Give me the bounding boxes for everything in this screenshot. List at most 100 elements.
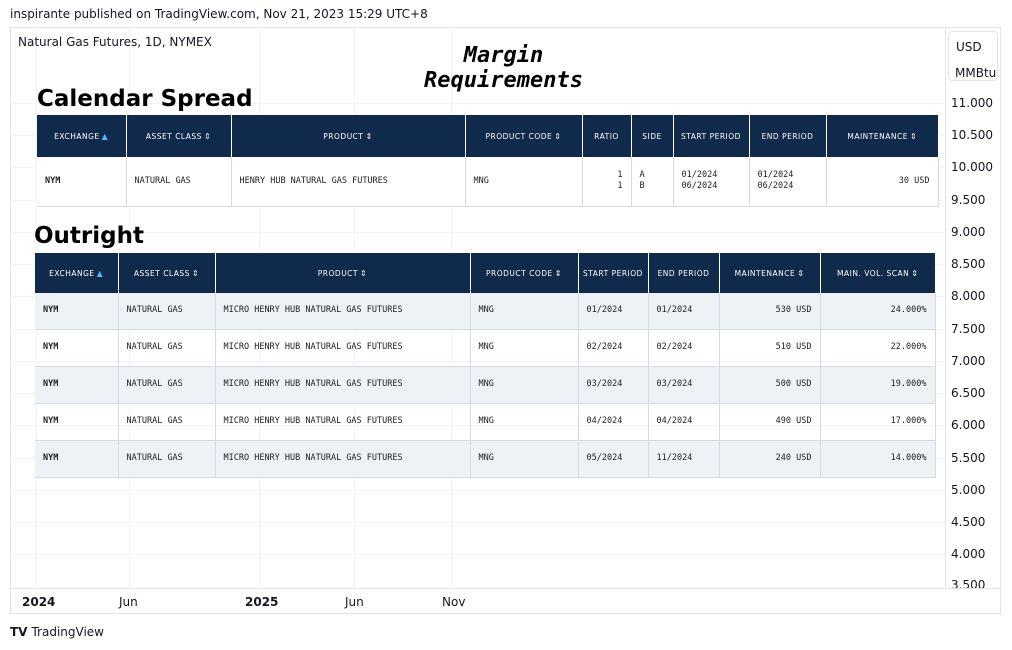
- outright-title: Outright: [34, 223, 144, 249]
- plot-area[interactable]: Natural Gas Futures, 1D, NYMEX Margin Re…: [11, 28, 946, 588]
- cell-product: MICRO HENRY HUB NATURAL GAS FUTURES: [215, 366, 471, 404]
- cell-vol-scan: 24.000%: [820, 293, 936, 330]
- tradingview-brand-text: TradingView: [31, 625, 104, 639]
- table-row: NYM NATURAL GAS HENRY HUB NATURAL GAS FU…: [37, 157, 939, 207]
- col-header-product-code[interactable]: PRODUCT CODE ⇕: [470, 253, 579, 293]
- cell-asset-class: NATURAL GAS: [118, 329, 216, 367]
- col-header-asset-class[interactable]: ASSET CLASS ⇕: [118, 253, 216, 293]
- sort-up-icon[interactable]: ▲: [97, 269, 104, 278]
- sort-icon[interactable]: ⇕: [360, 269, 367, 278]
- sort-icon[interactable]: ⇕: [555, 269, 562, 278]
- price-tick-label: 5.500: [951, 451, 986, 465]
- cell-maintenance: 500 USD: [719, 366, 821, 404]
- table-row: NYM NATURAL GAS MICRO HENRY HUB NATURAL …: [35, 329, 936, 367]
- sort-icon[interactable]: ⇕: [366, 132, 373, 141]
- cell-maintenance: 510 USD: [719, 329, 821, 367]
- price-tick-label: 4.000: [951, 547, 986, 561]
- col-header-exchange[interactable]: EXCHANGE ▲: [37, 115, 127, 157]
- cell-product-code: MNG: [470, 403, 579, 441]
- cell-asset-class: NATURAL GAS: [118, 403, 216, 441]
- cell-product-code: MNG: [465, 157, 583, 207]
- cell-ratio: 11: [582, 157, 632, 207]
- cell-vol-scan: 22.000%: [820, 329, 936, 367]
- price-tick-label: 8.500: [951, 257, 986, 271]
- cell-start-period: 02/2024: [578, 329, 649, 367]
- cell-end-period: 02/2024: [648, 329, 720, 367]
- sort-icon[interactable]: ⇕: [192, 269, 199, 278]
- currency-unit-selector[interactable]: USD MMBtu: [948, 31, 998, 81]
- sort-icon[interactable]: ⇕: [204, 132, 211, 141]
- col-header-start-period: START PERIOD: [578, 253, 649, 293]
- cell-start-period: 04/2024: [578, 403, 649, 441]
- price-tick-label: 9.000: [951, 225, 986, 239]
- cell-product: HENRY HUB NATURAL GAS FUTURES: [231, 157, 466, 207]
- cell-asset-class: NATURAL GAS: [118, 440, 216, 478]
- calendar-spread-table: EXCHANGE ▲ ASSET CLASS ⇕ PRODUCT ⇕ PRODUCT …: [37, 115, 939, 207]
- grid-line: [11, 490, 945, 491]
- grid-line: [11, 554, 945, 555]
- cell-product-code: MNG: [470, 440, 579, 478]
- cell-start-period: 01/2024: [578, 293, 649, 330]
- col-header-side: SIDE: [631, 115, 674, 157]
- price-tick-label: 9.500: [951, 193, 986, 207]
- col-header-maintenance[interactable]: MAINTENANCE ⇕: [719, 253, 821, 293]
- cell-product: MICRO HENRY HUB NATURAL GAS FUTURES: [215, 329, 471, 367]
- currency-label[interactable]: USD: [956, 40, 982, 54]
- cell-product: MICRO HENRY HUB NATURAL GAS FUTURES: [215, 293, 471, 330]
- price-axis[interactable]: 11.000 10.500 10.000 9.500 9.000 8.500 8…: [946, 28, 1000, 592]
- time-tick-label: 2025: [245, 595, 279, 609]
- cell-exchange: NYM: [35, 440, 119, 478]
- col-header-asset-class[interactable]: ASSET CLASS ⇕: [126, 115, 232, 157]
- sort-icon[interactable]: ⇕: [911, 269, 918, 278]
- sort-up-icon[interactable]: ▲: [102, 132, 109, 141]
- cell-exchange: NYM: [37, 157, 127, 207]
- col-header-product[interactable]: PRODUCT ⇕: [231, 115, 466, 157]
- tradingview-logo[interactable]: TV TradingView: [10, 625, 104, 639]
- sort-icon[interactable]: ⇕: [797, 269, 804, 278]
- tradingview-logo-icon: TV: [10, 625, 28, 639]
- cell-end-period: 03/2024: [648, 366, 720, 404]
- price-tick-label: 10.000: [951, 160, 993, 174]
- col-header-vol-scan[interactable]: MAIN. VOL. SCAN ⇕: [820, 253, 935, 293]
- unit-label[interactable]: MMBtu: [955, 66, 996, 80]
- col-header-product[interactable]: PRODUCT ⇕: [215, 253, 471, 293]
- cell-maintenance: 30 USD: [826, 157, 939, 207]
- symbol-legend[interactable]: Natural Gas Futures, 1D, NYMEX: [18, 35, 212, 49]
- price-tick-label: 8.000: [951, 289, 986, 303]
- col-header-product-code[interactable]: PRODUCT CODE ⇕: [465, 115, 583, 157]
- cell-product-code: MNG: [470, 329, 579, 367]
- cell-end-period: 01/2024: [648, 293, 720, 330]
- table-row: NYM NATURAL GAS MICRO HENRY HUB NATURAL …: [35, 440, 936, 478]
- price-tick-label: 10.500: [951, 128, 993, 142]
- col-header-ratio: RATIO: [582, 115, 632, 157]
- price-tick-label: 11.000: [951, 96, 993, 110]
- table-row: NYM NATURAL GAS MICRO HENRY HUB NATURAL …: [35, 293, 936, 330]
- cell-end-period: 04/2024: [648, 403, 720, 441]
- col-header-end-period: END PERIOD: [749, 115, 827, 157]
- cell-start-period: 05/2024: [578, 440, 649, 478]
- time-axis[interactable]: 2024 Jun 2025 Jun Nov: [11, 588, 1000, 613]
- cell-exchange: NYM: [35, 366, 119, 404]
- sort-icon[interactable]: ⇕: [910, 132, 917, 141]
- col-header-start-period: START PERIOD: [673, 115, 750, 157]
- sort-icon[interactable]: ⇕: [554, 132, 561, 141]
- grid-line: [11, 232, 945, 233]
- cell-product-code: MNG: [470, 366, 579, 404]
- cell-asset-class: NATURAL GAS: [118, 293, 216, 330]
- col-header-end-period: END PERIOD: [648, 253, 720, 293]
- outright-table: EXCHANGE ▲ ASSET CLASS ⇕ PRODUCT ⇕ PRODUCT …: [35, 253, 936, 478]
- price-tick-label: 5.000: [951, 483, 986, 497]
- col-header-exchange[interactable]: EXCHANGE ▲: [35, 253, 119, 293]
- cell-start-period: 03/2024: [578, 366, 649, 404]
- cell-exchange: NYM: [35, 329, 119, 367]
- price-tick-label: 4.500: [951, 515, 986, 529]
- table-row: NYM NATURAL GAS MICRO HENRY HUB NATURAL …: [35, 366, 936, 404]
- overlay-title: Margin Requirements: [424, 43, 583, 93]
- cell-vol-scan: 19.000%: [820, 366, 936, 404]
- chart-panel[interactable]: Natural Gas Futures, 1D, NYMEX Margin Re…: [10, 27, 1001, 614]
- calendar-spread-title: Calendar Spread: [37, 86, 253, 112]
- col-header-maintenance[interactable]: MAINTENANCE ⇕: [826, 115, 938, 157]
- cell-vol-scan: 14.000%: [820, 440, 936, 478]
- cell-end-period: 01/2024 06/2024: [749, 157, 827, 207]
- cell-exchange: NYM: [35, 293, 119, 330]
